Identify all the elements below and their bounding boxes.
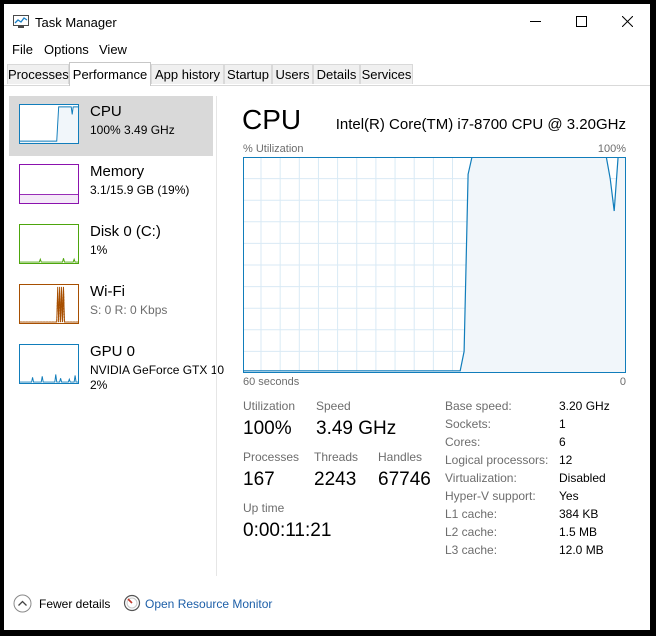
gpu-thumbnail-graph (19, 344, 79, 384)
task-manager-window: Task Manager File Options View Processes… (4, 4, 650, 630)
resource-memory-name: Memory (90, 163, 145, 180)
close-button[interactable] (604, 4, 650, 38)
utilization-axis-label: % Utilization (243, 143, 304, 155)
disk-thumbnail-graph (19, 224, 79, 264)
tab-strip: Processes Performance App history Startu… (4, 62, 650, 86)
cpu-utilization-graph (243, 157, 626, 373)
min-axis-label: 0 (619, 376, 626, 388)
resource-disk-name: Disk 0 (C:) (90, 223, 161, 240)
uptime-value: 0:00:11:21 (243, 520, 332, 541)
spec-value: 12 (559, 453, 573, 467)
resource-monitor-icon (123, 594, 141, 612)
memory-thumbnail-graph (19, 164, 79, 204)
resource-wifi-detail: S: 0 R: 0 Kbps (90, 303, 168, 317)
tab-details[interactable]: Details (313, 64, 360, 84)
tab-app-history[interactable]: App history (151, 64, 224, 84)
spec-value: Yes (559, 489, 579, 503)
spec-value: 384 KB (559, 507, 599, 521)
wifi-thumbnail-graph (19, 284, 79, 324)
task-manager-icon (13, 15, 29, 28)
spec-value: 1 (559, 417, 566, 431)
resource-wifi[interactable]: Wi-Fi S: 0 R: 0 Kbps (9, 276, 213, 336)
spec-key: Base speed: (445, 399, 512, 413)
tab-processes[interactable]: Processes (7, 64, 69, 84)
resource-disk[interactable]: Disk 0 (C:) 1% (9, 216, 213, 276)
threads-label: Threads (314, 450, 359, 464)
resource-gpu-detail: NVIDIA GeForce GTX 10 (90, 363, 225, 377)
spec-key: L2 cache: (445, 525, 498, 539)
spec-value: 6 (559, 435, 566, 449)
resource-disk-detail: 1% (90, 243, 108, 257)
chevron-up-icon[interactable] (13, 594, 32, 613)
resource-gpu[interactable]: GPU 0 NVIDIA GeForce GTX 10 2% (9, 336, 224, 402)
utilization-label: Utilization (243, 399, 296, 413)
processes-value: 167 (243, 469, 275, 490)
spec-value: Disabled (559, 471, 606, 485)
open-resource-monitor-link[interactable]: Open Resource Monitor (145, 597, 272, 611)
time-axis-label: 60 seconds (243, 376, 300, 388)
threads-value: 2243 (314, 469, 357, 490)
spec-key: Cores: (445, 435, 481, 449)
spec-key: Virtualization: (445, 471, 517, 485)
speed-label: Speed (316, 399, 351, 413)
uptime-label: Up time (243, 501, 285, 515)
resource-list: CPU 100% 3.49 GHz Memory 3.1/15.9 GB (19… (4, 86, 224, 582)
utilization-value: 100% (243, 418, 292, 439)
maximize-icon (575, 15, 587, 27)
resource-cpu[interactable]: CPU 100% 3.49 GHz (9, 96, 213, 156)
spec-value: 3.20 GHz (559, 399, 610, 413)
handles-value: 67746 (378, 469, 431, 490)
title-bar[interactable]: Task Manager (4, 4, 650, 38)
fewer-details-button[interactable]: Fewer details (39, 597, 110, 611)
spec-key: L1 cache: (445, 507, 498, 521)
minimize-icon (529, 20, 541, 22)
resource-cpu-name: CPU (90, 103, 122, 120)
footer: Fewer details Open Resource Monitor (4, 588, 650, 618)
handles-label: Handles (378, 450, 423, 464)
tab-startup[interactable]: Startup (224, 64, 272, 84)
cpu-thumbnail-graph (19, 104, 79, 144)
spec-key: Sockets: (445, 417, 492, 431)
resource-wifi-name: Wi-Fi (90, 283, 125, 300)
spec-value: 1.5 MB (559, 525, 598, 539)
close-icon (621, 15, 633, 27)
minimize-button[interactable] (512, 4, 558, 38)
resource-gpu-name: GPU 0 (90, 343, 136, 360)
speed-value: 3.49 GHz (316, 418, 397, 439)
spec-key: Logical processors: (445, 453, 549, 467)
cpu-model-name: Intel(R) Core(TM) i7-8700 CPU @ 3.20GHz (335, 116, 626, 133)
resource-cpu-detail: 100% 3.49 GHz (90, 123, 175, 137)
spec-key: L3 cache: (445, 543, 498, 557)
window-title: Task Manager (35, 15, 117, 30)
resource-gpu-usage: 2% (90, 378, 108, 392)
panel-splitter[interactable] (216, 96, 217, 576)
processes-label: Processes (243, 450, 300, 464)
max-axis-label: 100% (597, 143, 626, 155)
menu-bar: File Options View (4, 39, 650, 61)
maximize-button[interactable] (558, 4, 604, 38)
tab-performance[interactable]: Performance (69, 62, 151, 86)
menu-file[interactable]: File (12, 42, 33, 57)
page-title: CPU (242, 104, 302, 135)
tab-users[interactable]: Users (272, 64, 313, 84)
resource-memory[interactable]: Memory 3.1/15.9 GB (19%) (9, 156, 213, 216)
spec-key: Hyper-V support: (445, 489, 536, 503)
menu-view[interactable]: View (99, 42, 127, 57)
spec-value: 12.0 MB (559, 543, 604, 557)
resource-memory-detail: 3.1/15.9 GB (19%) (90, 183, 190, 197)
tab-services[interactable]: Services (360, 64, 413, 84)
menu-options[interactable]: Options (44, 42, 89, 57)
